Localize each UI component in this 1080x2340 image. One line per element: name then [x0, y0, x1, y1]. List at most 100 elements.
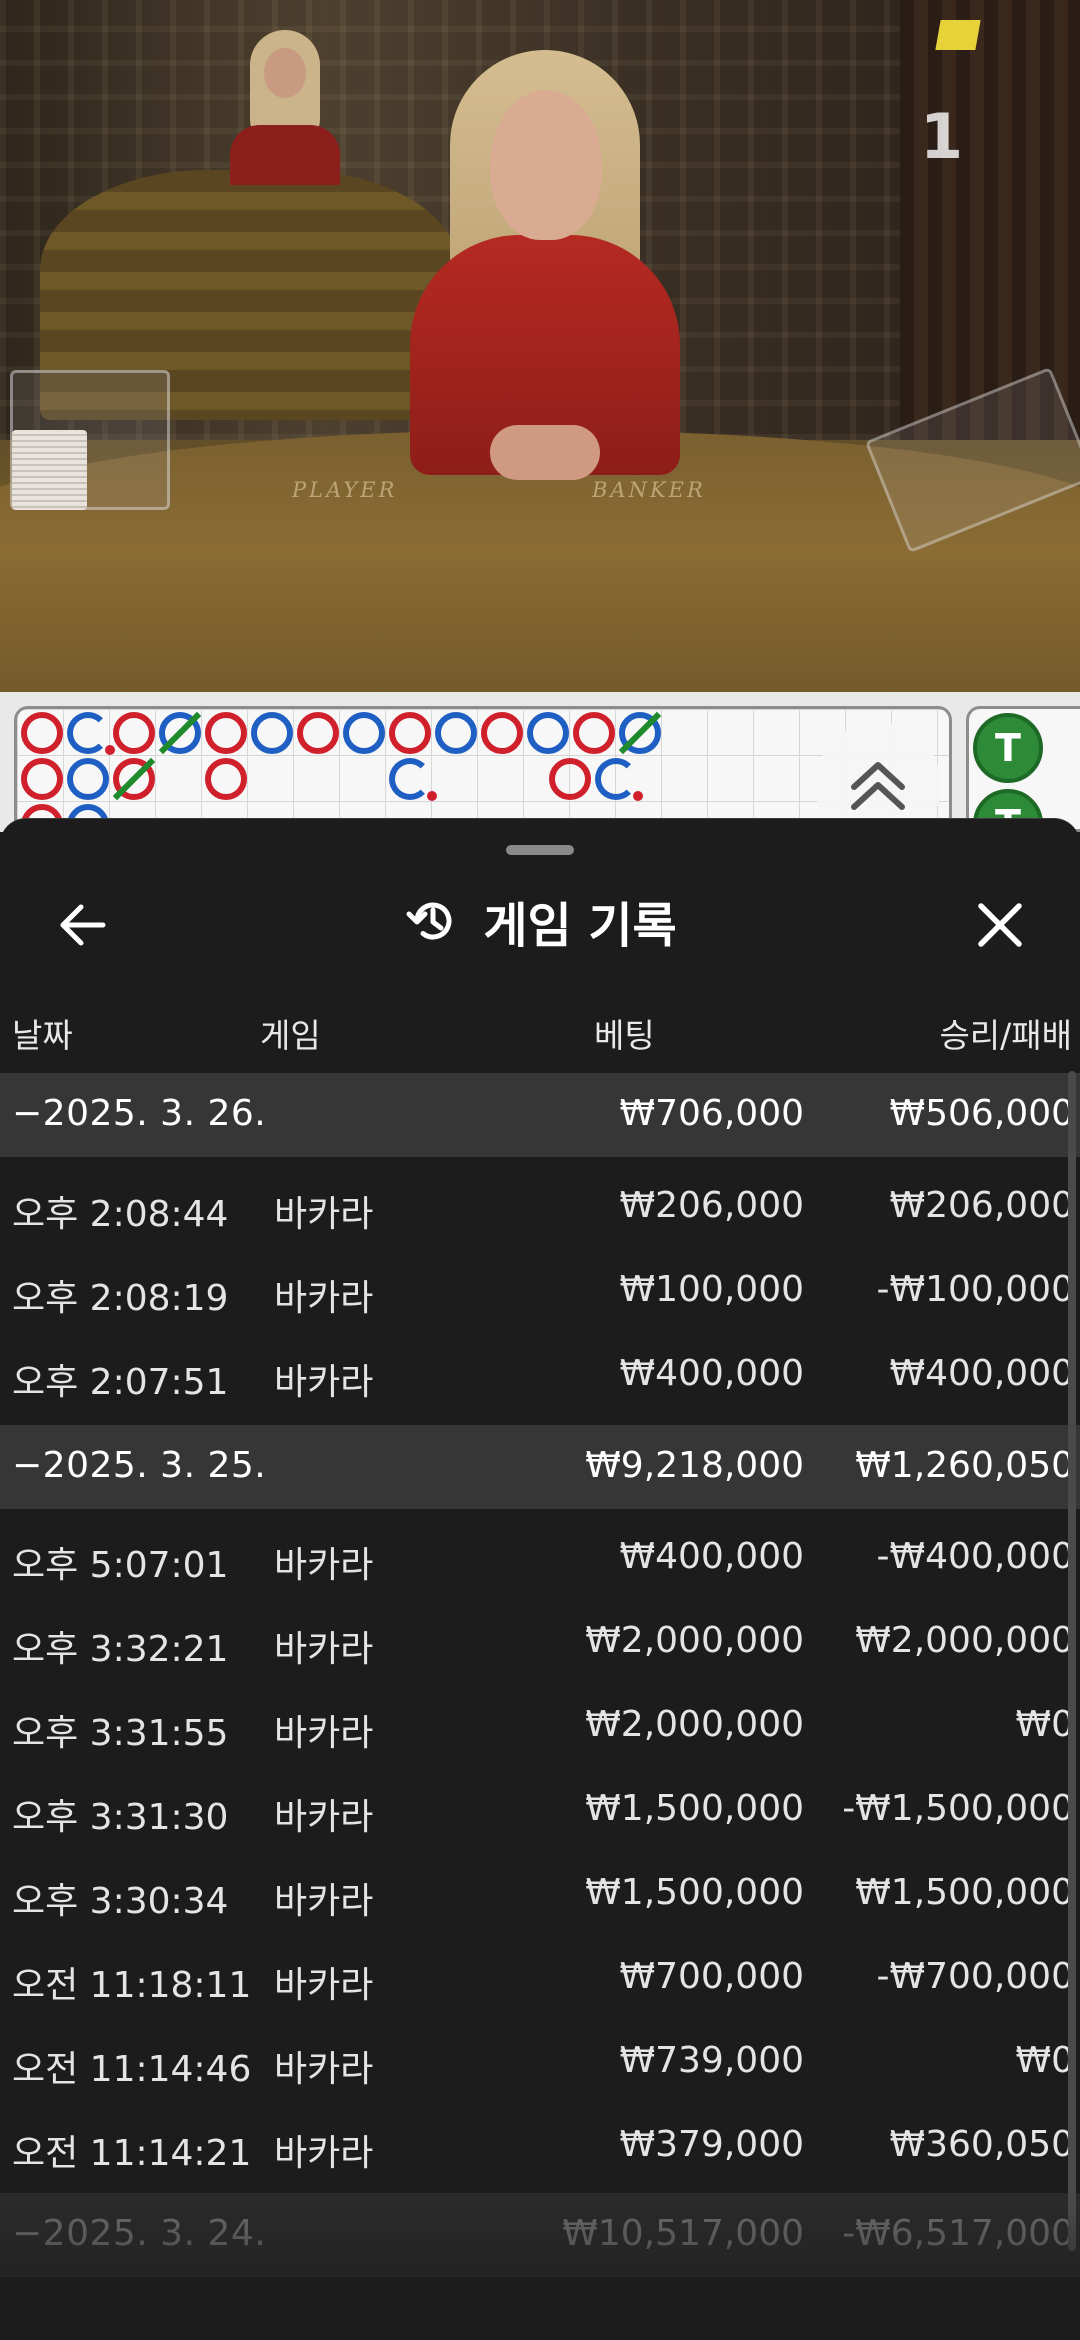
row-result: -₩1,500,000 — [842, 1788, 1074, 1829]
tie-chip: T — [973, 713, 1043, 783]
bead-player — [595, 758, 637, 800]
game-history-sheet: 게임 기록 날짜 게임 베팅 승리/패배 −2025. 3. 26. ₩706,… — [0, 818, 1080, 2340]
live-video-feed: PLAYER BANKER 1 — [0, 0, 1080, 692]
column-header-bet: 베팅 — [594, 1016, 655, 1055]
sheet-header: 게임 기록 — [0, 873, 1080, 969]
row-result: -₩100,000 — [876, 1269, 1074, 1310]
history-row[interactable]: 오후 3:31:30 바카라 ₩1,500,000 -₩1,500,000 — [0, 1766, 1080, 1850]
row-game: 바카라 — [274, 2133, 374, 2174]
date-group-header[interactable]: −2025. 3. 25. ₩9,218,000 ₩1,260,050 — [0, 1425, 1080, 1509]
row-result: ₩400,000 — [889, 1353, 1074, 1394]
row-time: 오후 3:31:30 — [12, 1797, 229, 1838]
history-row[interactable]: 오전 11:14:21 바카라 ₩379,000 ₩360,050 — [0, 2102, 1080, 2186]
history-row[interactable]: 오후 3:31:55 바카라 ₩2,000,000 ₩0 — [0, 1682, 1080, 1766]
row-bet: ₩206,000 — [619, 1185, 804, 1226]
arrow-left-icon — [60, 904, 106, 946]
pair-dot — [105, 745, 115, 755]
close-icon — [978, 903, 1022, 947]
bead-banker — [205, 712, 247, 754]
row-result: ₩1,500,000 — [855, 1872, 1074, 1913]
row-bet: ₩2,000,000 — [585, 1704, 804, 1745]
date-group-header[interactable]: −2025. 3. 24. ₩10,517,000 -₩6,517,000 — [0, 2193, 1080, 2277]
bead-road[interactable] — [14, 706, 952, 832]
row-bet: ₩100,000 — [619, 1269, 804, 1310]
group-result-total: ₩506,000 — [889, 1093, 1074, 1134]
row-time: 오후 5:07:01 — [12, 1545, 229, 1586]
row-time: 오후 3:32:21 — [12, 1629, 229, 1670]
row-game: 바카라 — [274, 1545, 374, 1586]
row-game: 바카라 — [274, 1194, 374, 1235]
row-bet: ₩400,000 — [619, 1536, 804, 1577]
bead-player — [251, 712, 293, 754]
bead-player — [435, 712, 477, 754]
yellow-marker — [935, 20, 981, 50]
bead-banker — [21, 712, 63, 754]
row-time: 오전 11:18:11 — [12, 1965, 252, 2006]
pair-dot — [633, 791, 643, 801]
card-stack — [12, 430, 87, 510]
history-row[interactable]: 오후 3:30:34 바카라 ₩1,500,000 ₩1,500,000 — [0, 1850, 1080, 1934]
history-row[interactable]: 오후 3:32:21 바카라 ₩2,000,000 ₩2,000,000 — [0, 1598, 1080, 1682]
row-time: 오후 3:31:55 — [12, 1713, 229, 1754]
row-result: ₩360,050 — [889, 2124, 1074, 2165]
table-label-player: PLAYER — [292, 478, 398, 502]
bead-player — [527, 712, 569, 754]
bead-banker — [481, 712, 523, 754]
back-button[interactable] — [48, 895, 118, 955]
bead-banker — [205, 758, 247, 800]
history-row[interactable]: 오후 2:07:51 바카라 ₩400,000 ₩400,000 — [0, 1331, 1080, 1415]
sheet-title: 게임 기록 — [483, 898, 677, 954]
row-game: 바카라 — [274, 1881, 374, 1922]
row-time: 오후 3:30:34 — [12, 1881, 229, 1922]
row-bet: ₩739,000 — [619, 2040, 804, 2081]
row-game: 바카라 — [274, 1362, 374, 1403]
history-icon — [406, 902, 452, 940]
history-row[interactable]: 오후 2:08:44 바카라 ₩206,000 ₩206,000 — [0, 1163, 1080, 1247]
row-game: 바카라 — [274, 1278, 374, 1319]
sheet-title-group: 게임 기록 — [0, 873, 1080, 969]
row-bet: ₩379,000 — [619, 2124, 804, 2165]
bead-player — [67, 758, 109, 800]
row-result: ₩206,000 — [889, 1185, 1074, 1226]
row-bet: ₩700,000 — [619, 1956, 804, 1997]
row-result: ₩0 — [1015, 2040, 1075, 2081]
row-bet: ₩1,500,000 — [585, 1788, 804, 1829]
row-time: 오후 2:08:44 — [12, 1194, 229, 1235]
row-time: 오후 2:07:51 — [12, 1362, 229, 1403]
history-row[interactable]: 오후 5:07:01 바카라 ₩400,000 -₩400,000 — [0, 1514, 1080, 1598]
group-date: −2025. 3. 26. — [12, 1093, 267, 1134]
history-row[interactable]: 오후 2:08:19 바카라 ₩100,000 -₩100,000 — [0, 1247, 1080, 1331]
row-result: -₩400,000 — [876, 1536, 1074, 1577]
scrollbar[interactable] — [1068, 1071, 1076, 2251]
group-date: −2025. 3. 25. — [12, 1445, 267, 1486]
date-group-header[interactable]: −2025. 3. 26. ₩706,000 ₩506,000 — [0, 1073, 1080, 1157]
history-row[interactable]: 오전 11:18:11 바카라 ₩700,000 -₩700,000 — [0, 1934, 1080, 2018]
row-bet: ₩2,000,000 — [585, 1620, 804, 1661]
bead-banker — [389, 712, 431, 754]
row-result: ₩0 — [1015, 1704, 1075, 1745]
row-bet: ₩1,500,000 — [585, 1872, 804, 1913]
row-time: 오후 2:08:19 — [12, 1278, 229, 1319]
row-time: 오전 11:14:46 — [12, 2049, 252, 2090]
row-game: 바카라 — [274, 1797, 374, 1838]
row-game: 바카라 — [274, 1713, 374, 1754]
bead-banker — [573, 712, 615, 754]
group-bet-total: ₩9,218,000 — [585, 1445, 804, 1486]
history-row[interactable]: 오전 11:14:46 바카라 ₩739,000 ₩0 — [0, 2018, 1080, 2102]
bead-player — [67, 712, 109, 754]
row-game: 바카라 — [274, 2049, 374, 2090]
bead-player — [343, 712, 385, 754]
row-result: ₩2,000,000 — [855, 1620, 1074, 1661]
group-bet-total: ₩706,000 — [619, 1093, 804, 1134]
sheet-drag-handle[interactable] — [506, 845, 574, 855]
row-game: 바카라 — [274, 1965, 374, 2006]
column-header-game: 게임 — [260, 1016, 321, 1055]
table-label-banker: BANKER — [592, 478, 706, 502]
row-bet: ₩400,000 — [619, 1353, 804, 1394]
column-header-result: 승리/패배 — [939, 1016, 1072, 1055]
pair-dot — [427, 791, 437, 801]
side-road[interactable]: T T — [966, 706, 1080, 832]
bead-banker — [21, 758, 63, 800]
close-button[interactable] — [960, 895, 1040, 955]
video-background-dealer — [230, 30, 340, 185]
